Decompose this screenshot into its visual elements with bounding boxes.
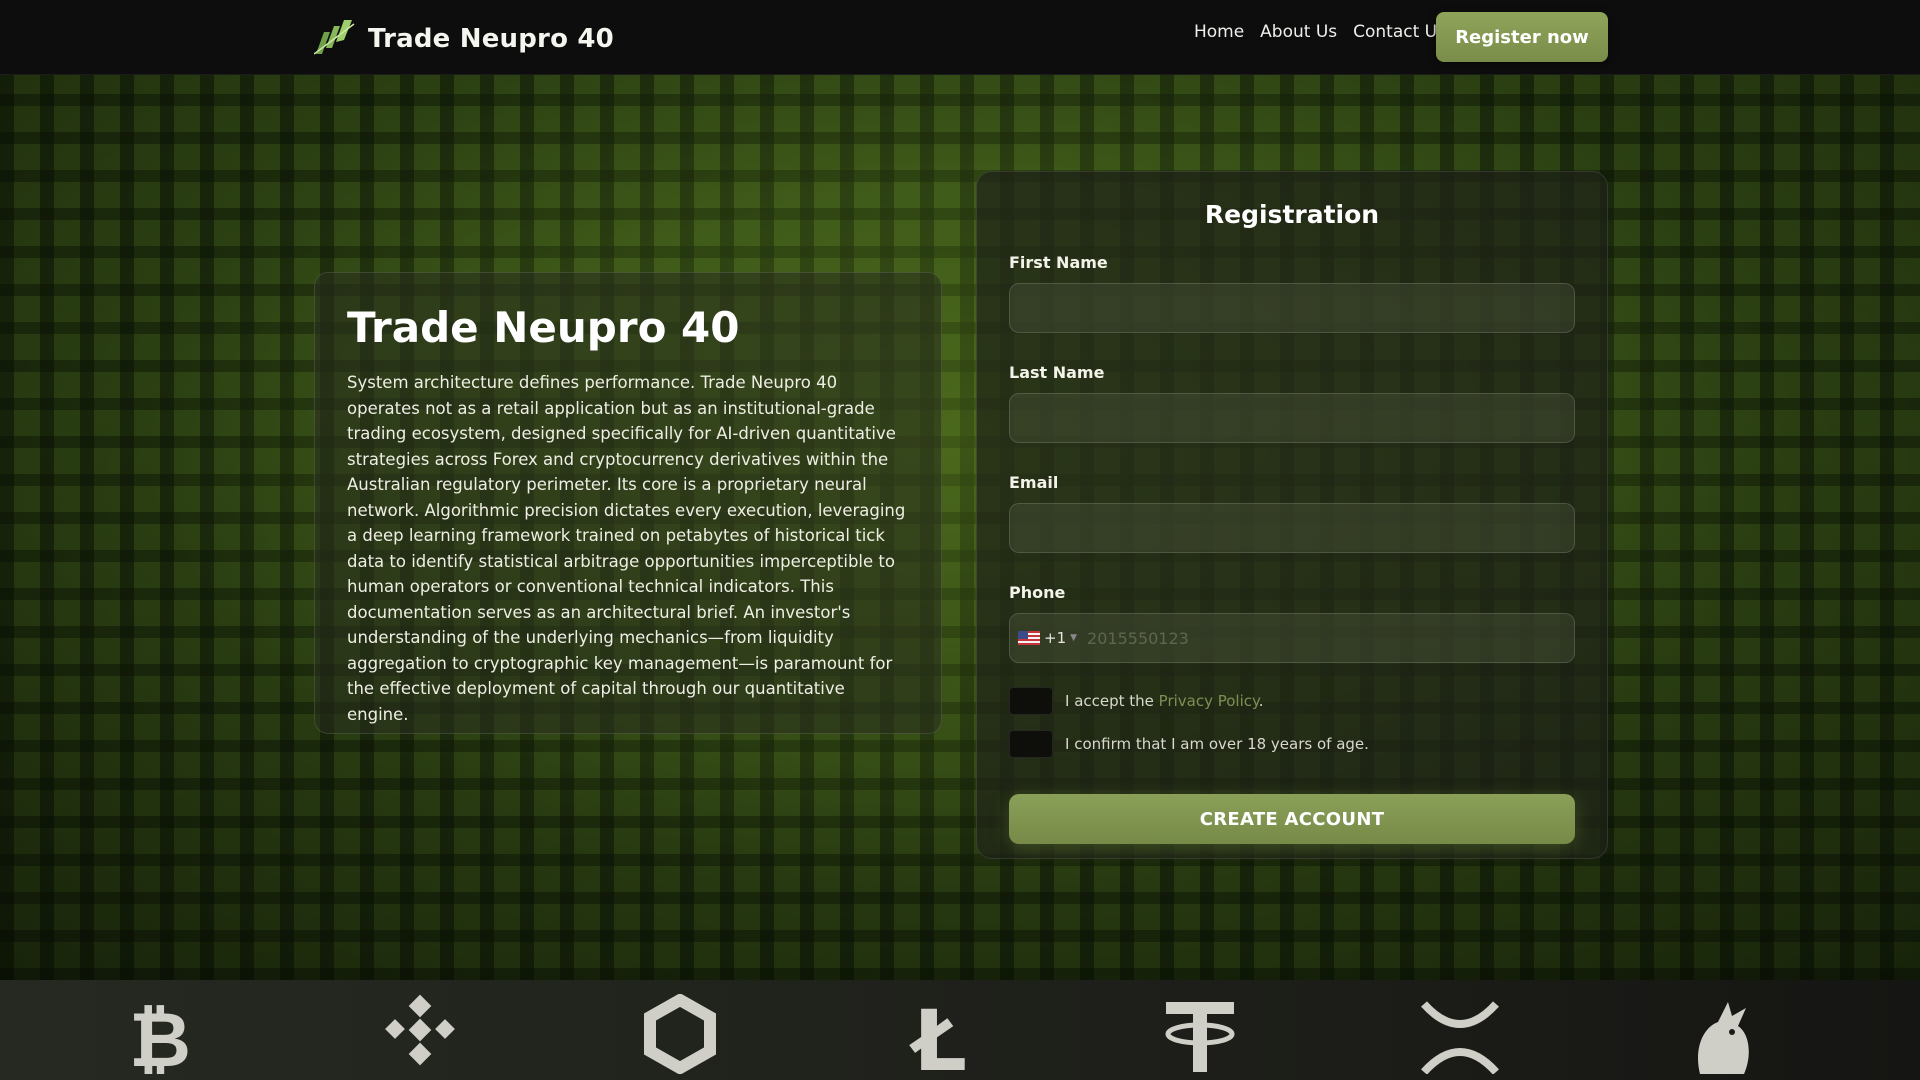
nav-home[interactable]: Home — [1194, 22, 1244, 42]
privacy-prefix: I accept the — [1065, 692, 1159, 710]
chevron-down-icon[interactable]: ▼ — [1070, 633, 1077, 643]
phone-input[interactable] — [1085, 627, 1574, 649]
registration-form: Registration First Name Last Name Email … — [976, 171, 1608, 859]
registration-title: Registration — [1204, 200, 1380, 229]
nav-about-us[interactable]: About Us — [1260, 22, 1337, 42]
site-header: Trade Neupro 40 Home About Us Contact Us… — [0, 0, 1920, 75]
age-consent-row: I confirm that I am over 18 years of age… — [1009, 730, 1575, 758]
chainlink-icon — [640, 993, 720, 1075]
phone-label: Phone — [1009, 583, 1066, 602]
tether-icon — [1160, 994, 1240, 1074]
last-name-input[interactable] — [1009, 393, 1575, 443]
phone-field: +1 ▼ — [1009, 613, 1575, 663]
hero-vignette — [0, 74, 1920, 980]
nav-contact-us[interactable]: Contact Us — [1353, 22, 1446, 42]
privacy-text: I accept the Privacy Policy. — [1065, 692, 1264, 710]
uniswap-icon — [1680, 994, 1760, 1074]
main-nav: Home About Us Contact Us — [1194, 22, 1446, 42]
privacy-consent-row: I accept the Privacy Policy. — [1009, 687, 1575, 715]
binance-icon — [380, 994, 460, 1074]
info-title: Trade Neupro 40 — [347, 303, 740, 352]
register-now-button[interactable]: Register now — [1436, 12, 1608, 62]
privacy-suffix: . — [1258, 692, 1264, 710]
dial-code[interactable]: +1 — [1044, 629, 1066, 647]
create-account-button[interactable]: CREATE ACCOUNT — [1009, 794, 1575, 844]
hero-section — [0, 74, 1920, 980]
first-name-input[interactable] — [1009, 283, 1575, 333]
xrp-icon — [1420, 994, 1500, 1075]
age-checkbox[interactable] — [1009, 730, 1053, 758]
privacy-checkbox[interactable] — [1009, 687, 1053, 715]
info-card: Trade Neupro 40 System architecture defi… — [314, 272, 942, 734]
bitcoin-icon: ₿ — [120, 994, 200, 1080]
first-name-label: First Name — [1009, 253, 1108, 272]
svg-text:Ł: Ł — [909, 994, 967, 1074]
logo-icon — [313, 18, 358, 60]
brand-name: Trade Neupro 40 — [368, 24, 614, 54]
crypto-logo-strip: ₿ Ł — [0, 980, 1920, 1080]
email-label: Email — [1009, 473, 1059, 492]
info-description: System architecture defines performance.… — [347, 373, 906, 724]
svg-text:₿: ₿ — [129, 995, 191, 1074]
last-name-label: Last Name — [1009, 363, 1105, 382]
privacy-policy-link[interactable]: Privacy Policy — [1159, 692, 1259, 710]
litecoin-icon: Ł — [900, 992, 980, 1080]
brand-logo[interactable]: Trade Neupro 40 — [313, 18, 614, 60]
us-flag-icon[interactable] — [1018, 631, 1040, 645]
email-input[interactable] — [1009, 503, 1575, 553]
age-text: I confirm that I am over 18 years of age… — [1065, 735, 1369, 753]
